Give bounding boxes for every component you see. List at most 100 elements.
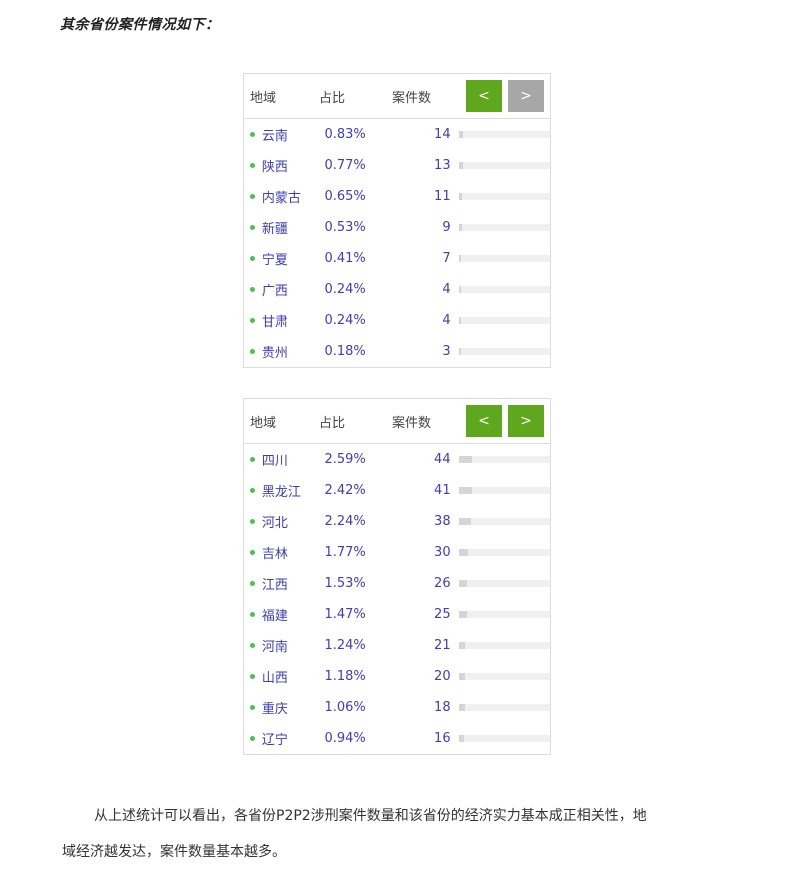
bullet-dot-icon: [244, 736, 262, 741]
header-case-count: 案件数: [392, 90, 432, 106]
table-row: 宁夏 0.41% 7: [244, 243, 550, 274]
bullet-dot-icon: [244, 674, 262, 679]
table-row: 黑龙江 2.42% 41: [244, 475, 550, 506]
region-percentage: 1.77%: [324, 545, 366, 560]
bullet-dot-icon: [244, 612, 262, 617]
region-case-count: 11: [434, 189, 451, 204]
table-row: 福建 1.47% 25: [244, 599, 550, 630]
case-bar-track: [458, 131, 550, 138]
bullet-dot-icon: [244, 488, 262, 493]
case-bar-fill: [458, 224, 462, 231]
bullet-dot-icon: [244, 705, 262, 710]
table-row: 新疆 0.53% 9: [244, 212, 550, 243]
bullet-dot-icon: [244, 643, 262, 648]
case-bar-track: [458, 487, 550, 494]
region-name: 黑龙江: [261, 485, 301, 500]
region-name: 河北: [261, 516, 288, 531]
summary-paragraph: 从上述统计可以看出，各省份P2P2涉刑案件数量和该省份的经济实力基本成正相关性，…: [62, 798, 742, 870]
region-name: 新疆: [261, 222, 288, 237]
table-row: 内蒙古 0.65% 11: [244, 181, 550, 212]
region-percentage: 1.53%: [324, 576, 366, 591]
region-percentage: 2.42%: [324, 483, 366, 498]
region-case-count: 30: [434, 545, 451, 560]
case-bar-track: [458, 348, 550, 355]
bullet-dot-icon: [244, 349, 262, 354]
region-percentage: 0.24%: [324, 282, 366, 297]
table-row: 广西 0.24% 4: [244, 274, 550, 305]
bullet-dot-icon: [244, 581, 262, 586]
bullet-dot-icon: [244, 163, 262, 168]
table-header: 地域 占比 案件数 < >: [244, 399, 550, 444]
case-bar-fill: [458, 518, 471, 525]
case-bar-fill: [458, 642, 465, 649]
region-case-count: 41: [434, 483, 451, 498]
case-bar-fill: [458, 162, 463, 169]
case-bar-track: [458, 255, 550, 262]
prev-page-button[interactable]: <: [466, 405, 502, 437]
region-percentage: 1.47%: [324, 607, 366, 622]
region-percentage: 2.24%: [324, 514, 366, 529]
region-percentage: 2.59%: [324, 452, 366, 467]
case-bar-fill: [458, 673, 465, 680]
case-bar-track: [458, 193, 550, 200]
region-percentage: 0.18%: [324, 344, 366, 359]
table-row: 四川 2.59% 44: [244, 444, 550, 475]
region-percentage: 1.18%: [324, 669, 366, 684]
region-percentage: 0.94%: [324, 731, 366, 746]
case-bar-fill: [458, 487, 472, 494]
region-name: 河南: [261, 640, 288, 655]
table-row: 辽宁 0.94% 16: [244, 723, 550, 754]
region-name: 四川: [261, 454, 288, 469]
region-case-count: 20: [434, 669, 451, 684]
region-case-count: 44: [434, 452, 451, 467]
region-table-1: 地域 占比 案件数 < > 云南 0.83% 14 陕西 0.77% 13 内蒙古 0.65%…: [243, 73, 551, 368]
region-name: 云南: [261, 129, 288, 144]
region-case-count: 21: [434, 638, 451, 653]
paragraph-line-2: 域经济越发达，案件数量基本越多。: [62, 844, 286, 860]
header-case-count: 案件数: [392, 415, 432, 431]
table-row: 江西 1.53% 26: [244, 568, 550, 599]
table-header: 地域 占比 案件数 < >: [244, 74, 550, 119]
bullet-dot-icon: [244, 225, 262, 230]
region-percentage: 0.83%: [324, 127, 366, 142]
region-percentage: 0.41%: [324, 251, 366, 266]
header-percentage: 占比: [319, 415, 346, 431]
bullet-dot-icon: [244, 256, 262, 261]
table-row: 山西 1.18% 20: [244, 661, 550, 692]
region-percentage: 1.06%: [324, 700, 366, 715]
case-bar-track: [458, 549, 550, 556]
region-name: 重庆: [261, 702, 288, 717]
header-region: 地域: [250, 415, 277, 431]
case-bar-fill: [458, 348, 461, 355]
table-row: 吉林 1.77% 30: [244, 537, 550, 568]
prev-page-button[interactable]: <: [466, 80, 502, 112]
case-bar-track: [458, 673, 550, 680]
paragraph-line-1: 从上述统计可以看出，各省份P2P2涉刑案件数量和该省份的经济实力基本成正相关性，…: [94, 808, 647, 824]
region-case-count: 26: [434, 576, 451, 591]
bullet-dot-icon: [244, 194, 262, 199]
table-body: 云南 0.83% 14 陕西 0.77% 13 内蒙古 0.65% 11 新疆 0.53% 9 宁夏 0.…: [244, 119, 550, 367]
region-name: 吉林: [261, 547, 288, 562]
table-row: 贵州 0.18% 3: [244, 336, 550, 367]
region-name: 内蒙古: [261, 191, 301, 206]
case-bar-track: [458, 735, 550, 742]
region-percentage: 1.24%: [324, 638, 366, 653]
region-percentage: 0.53%: [324, 220, 366, 235]
region-case-count: 7: [442, 251, 451, 266]
case-bar-fill: [458, 611, 467, 618]
table-row: 河南 1.24% 21: [244, 630, 550, 661]
next-page-button[interactable]: >: [508, 80, 544, 112]
case-bar-track: [458, 317, 550, 324]
section-heading: 其余省份案件情况如下：: [60, 17, 220, 33]
region-name: 辽宁: [261, 733, 288, 748]
region-percentage: 0.77%: [324, 158, 366, 173]
bullet-dot-icon: [244, 318, 262, 323]
region-name: 宁夏: [261, 253, 288, 268]
case-bar-track: [458, 162, 550, 169]
region-name: 广西: [261, 284, 288, 299]
case-bar-fill: [458, 255, 461, 262]
case-bar-fill: [458, 456, 472, 463]
region-name: 贵州: [261, 346, 288, 361]
next-page-button[interactable]: >: [508, 405, 544, 437]
region-name: 陕西: [261, 160, 288, 175]
